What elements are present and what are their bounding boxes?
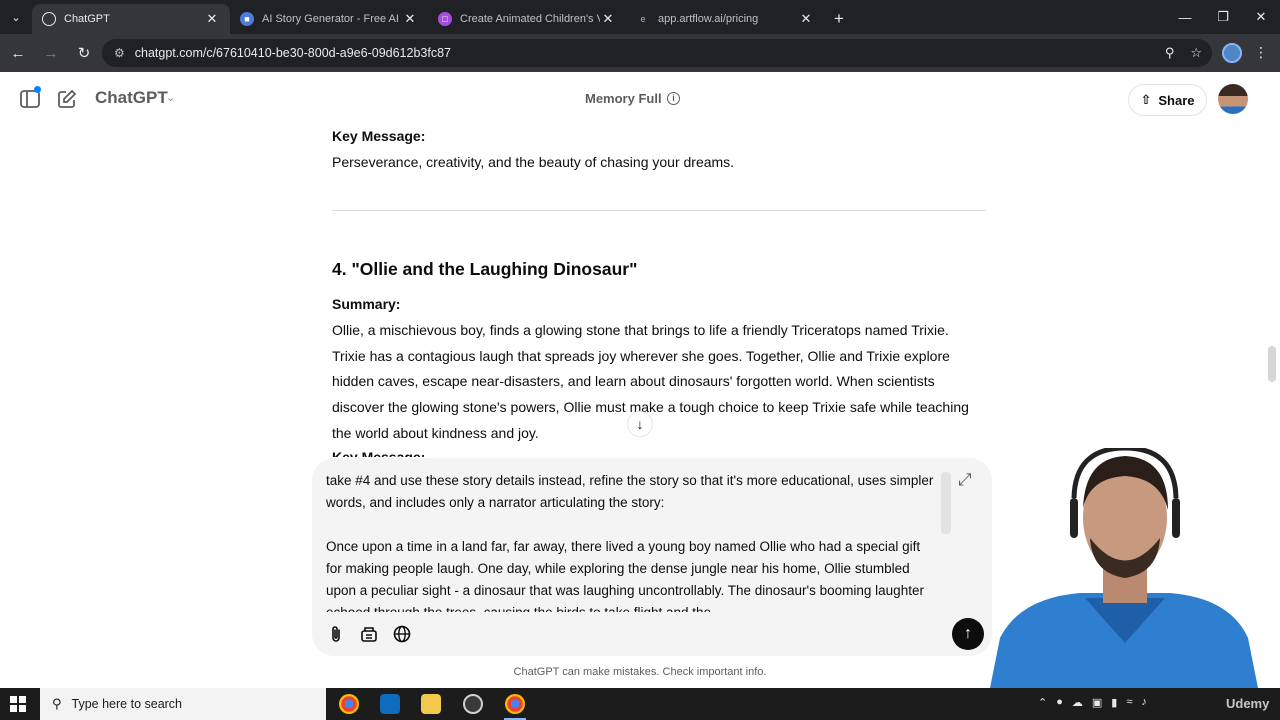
volume-icon[interactable]: ♪ <box>1141 696 1147 709</box>
tab-label: app.artflow.ai/pricing <box>658 13 759 25</box>
tab-search-chevron-icon[interactable]: ⌄ <box>0 0 32 34</box>
tab-artflow-pricing[interactable]: e app.artflow.ai/pricing ✕ <box>626 4 824 34</box>
system-tray: ⌃ ● ☁ ▣ ▮ ≈ ♪ <box>1038 696 1147 709</box>
restore-icon[interactable]: ❐ <box>1204 0 1242 34</box>
chatgpt-icon <box>42 12 56 26</box>
artflow-icon: e <box>640 14 646 24</box>
chevron-down-icon[interactable]: ⌄ <box>166 91 175 104</box>
reload-icon[interactable]: ↻ <box>69 38 99 68</box>
summary-label: Summary: <box>332 296 401 312</box>
url-text: chatgpt.com/c/67610410-be30-800d-a9e6-09… <box>134 46 451 60</box>
new-chat-icon[interactable] <box>56 88 78 110</box>
taskbar-search[interactable]: ⚲ Type here to search <box>40 688 326 720</box>
tools-icon[interactable] <box>359 624 378 644</box>
wifi-icon[interactable]: ≈ <box>1126 696 1132 709</box>
app-header: ChatGPT ⌄ Memory Full i ⇧ Share <box>0 72 1280 124</box>
send-arrow-icon[interactable]: ↑ <box>952 618 984 650</box>
zoom-icon[interactable]: ⚲ <box>1165 45 1175 61</box>
search-icon: ⚲ <box>52 696 62 711</box>
message-composer[interactable]: take #4 and use these story details inst… <box>312 458 992 656</box>
battery-icon[interactable]: ▮ <box>1111 696 1117 709</box>
attach-paperclip-icon[interactable] <box>326 624 345 644</box>
close-window-icon[interactable]: ✕ <box>1242 0 1280 34</box>
bookmark-star-icon[interactable]: ☆ <box>1190 45 1202 61</box>
close-icon[interactable]: ✕ <box>402 11 418 27</box>
file-explorer-icon[interactable] <box>421 694 441 714</box>
share-label: Share <box>1158 92 1195 108</box>
windows-taskbar: ⚲ Type here to search ⌃ ● ☁ ▣ ▮ ≈ ♪ <box>0 688 1280 720</box>
browser-tab-strip: ⌄ ChatGPT ✕ ■ AI Story Generator - Free … <box>0 0 1280 34</box>
prompt-paragraph: take #4 and use these story details inst… <box>326 473 934 510</box>
info-icon[interactable]: i <box>667 92 680 105</box>
browser-profile-icon[interactable] <box>1222 43 1242 63</box>
share-icon: ⇧ <box>1140 92 1152 107</box>
chevron-up-icon[interactable]: ⌃ <box>1038 696 1047 709</box>
webcam-presenter-image <box>990 448 1258 688</box>
tab-label: AI Story Generator - Free AI Sto <box>262 13 402 25</box>
notification-dot <box>34 86 41 93</box>
summary-text: Ollie, a mischievous boy, finds a glowin… <box>332 321 969 441</box>
key-message-text: Perseverance, creativity, and the beauty… <box>332 153 735 170</box>
memory-status: Memory Full <box>585 91 662 106</box>
story-summary: Summary: Ollie, a mischievous boy, finds… <box>332 292 986 447</box>
composer-scrollbar[interactable] <box>941 472 951 534</box>
partial-key-message-label: Key Message: <box>332 449 426 457</box>
browser-toolbar: ← → ↻ ⚙ chatgpt.com/c/67610410-be30-800d… <box>0 34 1280 72</box>
composer-tools <box>326 624 411 644</box>
site-settings-icon[interactable]: ⚙ <box>114 46 125 60</box>
new-tab-button[interactable]: + <box>824 4 854 34</box>
outlook-app-icon[interactable] <box>380 694 400 714</box>
animated-video-icon: □ <box>438 12 452 26</box>
scroll-down-arrow-icon[interactable]: ↓ <box>627 411 653 437</box>
expand-icon[interactable]: ⤢ <box>958 470 972 490</box>
share-button[interactable]: ⇧ Share <box>1128 84 1207 116</box>
story-heading: 4. "Ollie and the Laughing Dinosaur" <box>332 259 638 279</box>
tab-ai-story-generator[interactable]: ■ AI Story Generator - Free AI Sto ✕ <box>230 4 428 34</box>
prompt-paragraph: Once upon a time in a land far, far away… <box>326 539 924 612</box>
chrome-app-icon[interactable] <box>339 694 359 714</box>
minimize-icon[interactable]: — <box>1166 0 1204 34</box>
tab-chatgpt[interactable]: ChatGPT ✕ <box>32 4 230 34</box>
divider <box>332 210 986 211</box>
windows-start-icon[interactable] <box>10 696 26 712</box>
cloud-icon[interactable]: ☁ <box>1072 696 1083 709</box>
avatar[interactable] <box>1218 84 1248 114</box>
window-controls: — ❐ ✕ <box>1166 0 1280 34</box>
model-selector[interactable]: ChatGPT <box>95 88 168 108</box>
close-icon[interactable]: ✕ <box>798 11 814 27</box>
tab-label: Create Animated Children's Vid <box>460 13 600 25</box>
forward-arrow-icon[interactable]: → <box>36 38 66 68</box>
microphone-icon[interactable]: ● <box>1056 696 1063 709</box>
page-scrollbar[interactable] <box>1268 346 1276 382</box>
close-icon[interactable]: ✕ <box>600 11 616 27</box>
browser-menu-icon[interactable]: ⋮ <box>1254 44 1268 61</box>
recorder-app-icon[interactable] <box>463 694 483 714</box>
taskbar-search-placeholder: Type here to search <box>71 697 183 711</box>
close-icon[interactable]: ✕ <box>204 11 220 27</box>
globe-search-icon[interactable] <box>392 624 411 644</box>
story-generator-icon: ■ <box>240 12 254 26</box>
skype-icon[interactable]: ▣ <box>1092 696 1102 709</box>
udemy-watermark: Udemy <box>1226 696 1270 711</box>
back-arrow-icon[interactable]: ← <box>3 38 33 68</box>
tab-label: ChatGPT <box>64 13 110 25</box>
address-bar[interactable]: ⚙ chatgpt.com/c/67610410-be30-800d-a9e6-… <box>102 39 1212 67</box>
assistant-message: Key Message: Perseverance, creativity, a… <box>332 124 986 176</box>
key-message-label: Key Message: <box>332 128 426 144</box>
tab-animated-children-video[interactable]: □ Create Animated Children's Vid ✕ <box>428 4 626 34</box>
chrome-active-app-icon[interactable] <box>505 694 525 714</box>
prompt-textarea[interactable]: take #4 and use these story details inst… <box>326 470 938 612</box>
